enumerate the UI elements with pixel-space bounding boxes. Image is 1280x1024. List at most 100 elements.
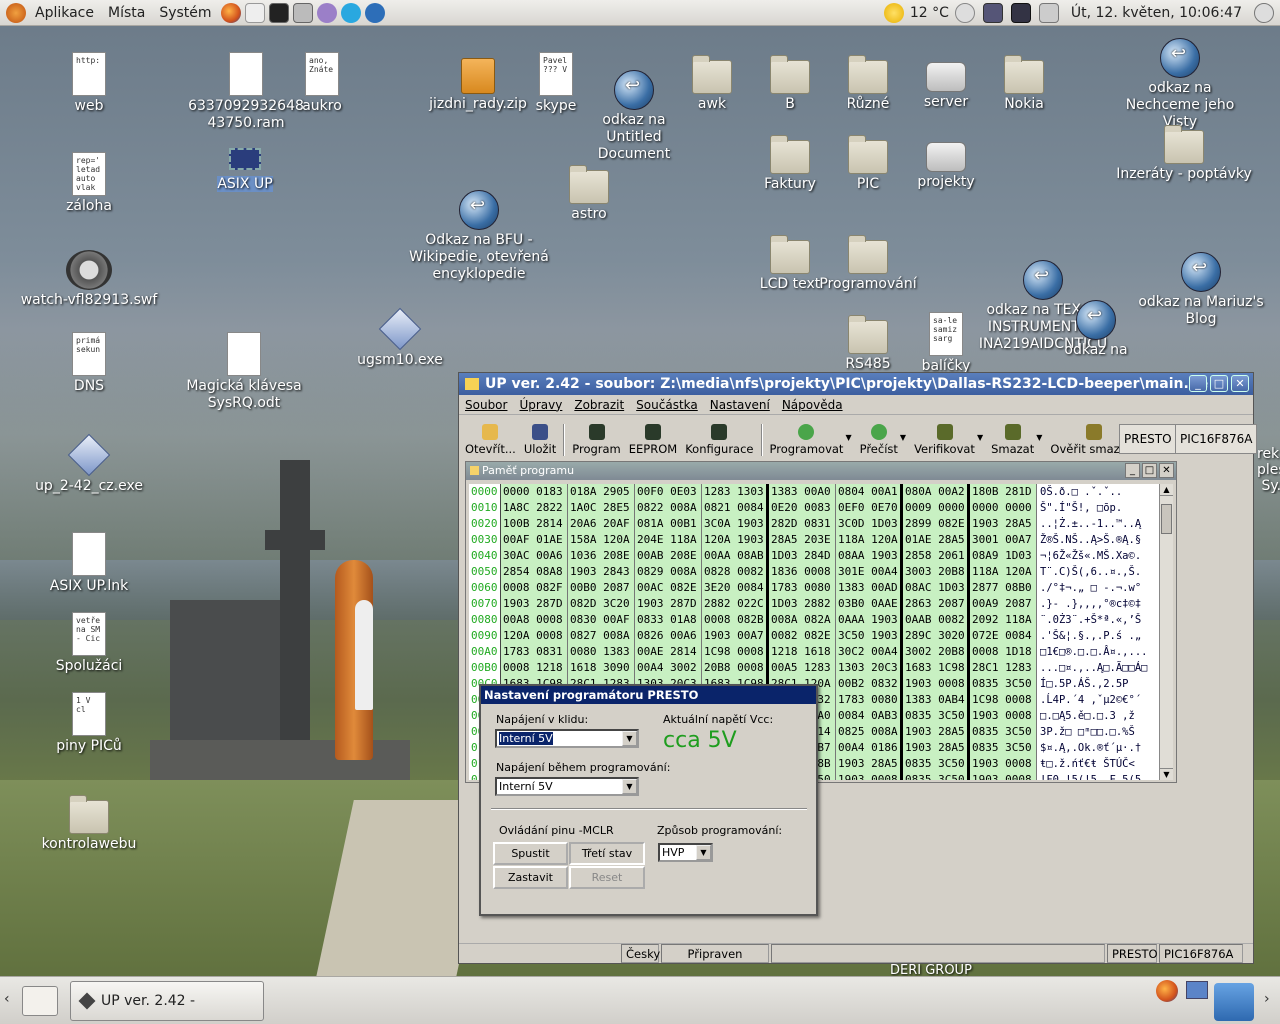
hex-cell[interactable]: 0829 008A [637, 564, 701, 580]
hex-cell[interactable]: 0804 00A1 [838, 484, 900, 500]
hex-cell[interactable]: 03B0 0AAE [838, 596, 900, 612]
hex-cell[interactable]: 00B0 2087 [570, 580, 634, 596]
chevron-down-icon[interactable]: ▼ [900, 433, 906, 442]
hex-cell[interactable]: 1903 287D [637, 596, 701, 612]
power-icon[interactable] [1254, 3, 1274, 23]
hex-cell[interactable]: 289C 3020 [905, 628, 967, 644]
hex-cell[interactable]: 1283 1303 [704, 484, 766, 500]
app-s-icon[interactable] [364, 2, 385, 23]
ascii-cell[interactable]: ..¦Ż.±..-1..™..Ą [1040, 516, 1161, 532]
hex-cell[interactable]: 28A5 203E [771, 532, 835, 548]
show-desktop-button[interactable] [22, 986, 58, 1016]
hex-cell[interactable]: 282D 0831 [771, 516, 835, 532]
hex-cell[interactable]: 0009 0000 [905, 500, 967, 516]
hex-cell[interactable]: 2882 022C [704, 596, 766, 612]
hex-cell[interactable]: 0000 0000 [972, 500, 1036, 516]
hex-cell[interactable]: 0835 3C50 [905, 708, 967, 724]
hex-cell[interactable]: 20B8 0008 [704, 660, 766, 676]
hex-cell[interactable]: 00AC 082E [637, 580, 701, 596]
chevron-down-icon[interactable]: ▼ [622, 731, 637, 746]
desktop-icon-kontrolawebu[interactable]: kontrolawebu [29, 792, 149, 853]
open-button[interactable]: Otevřít... [461, 424, 520, 456]
hex-cell[interactable]: 0000 0183 [503, 484, 567, 500]
mclr-stop-button[interactable]: Zastavit [493, 866, 568, 889]
verifikovat-button[interactable]: Verifikovat [910, 424, 979, 456]
arrow-right-icon[interactable]: › [1264, 991, 1270, 1007]
ascii-cell[interactable]: 0Š.ð.□ .ˇ.ˇ.. [1040, 484, 1161, 500]
hex-cell[interactable]: 0E20 0083 [771, 500, 835, 516]
trash-icon[interactable] [1214, 983, 1254, 1021]
mode-select[interactable]: HVP ▼ [658, 843, 713, 862]
hex-cell[interactable]: 1783 0080 [771, 580, 835, 596]
arrow-left-icon[interactable]: ‹ [4, 991, 10, 1007]
hex-cell[interactable]: 01AE 28A5 [905, 532, 967, 548]
hex-cell[interactable]: 2858 2061 [905, 548, 967, 564]
desktop-icon-balicky[interactable]: sa-le samiz sarg balíčky [886, 312, 1006, 375]
hex-cell[interactable]: 30AC 00A6 [503, 548, 567, 564]
hex-cell[interactable]: 0835 3C50 [905, 756, 967, 772]
desktop-icon-asix-up[interactable]: ASIX UP [185, 148, 305, 193]
desktop-icon-projekty[interactable]: projekty [886, 132, 1006, 191]
hex-cell[interactable]: 30C2 00A4 [838, 644, 900, 660]
chevron-down-icon[interactable]: ▼ [1036, 433, 1042, 442]
hex-cell[interactable]: 2092 118A [972, 612, 1036, 628]
ascii-cell[interactable]: T¨.C)Š(,6..¤.,Š. [1040, 564, 1161, 580]
hex-cell[interactable]: 1903 28A5 [905, 740, 967, 756]
hex-cell[interactable]: 00B2 0832 [838, 676, 900, 692]
hex-cell[interactable]: 3003 20B8 [905, 564, 967, 580]
hex-cell[interactable]: 2863 2087 [905, 596, 967, 612]
hex-cell[interactable]: 00A4 0186 [838, 740, 900, 756]
hex-cell[interactable]: 2854 08A8 [503, 564, 567, 580]
scroll-up-icon[interactable]: ▲ [1160, 484, 1173, 496]
hex-cell[interactable]: 1618 3090 [570, 660, 634, 676]
hex-cell[interactable]: 28C1 1283 [972, 660, 1036, 676]
ascii-cell[interactable]: □1€□®.□.□.Â¤.,... [1040, 644, 1161, 660]
ascii-cell[interactable]: .Ĺ4P.´4 ,ˇµ2©€°´ [1040, 692, 1161, 708]
hex-cell[interactable]: 1903 0008 [972, 708, 1036, 724]
hex-cell[interactable]: 008A 082A [771, 612, 835, 628]
hex-cell[interactable]: 0008 082F [503, 580, 567, 596]
hex-cell[interactable]: 1903 0008 [972, 756, 1036, 772]
maximize-button[interactable]: □ [1210, 375, 1228, 392]
hex-cell[interactable]: 1903 0008 [972, 772, 1036, 780]
hex-cell[interactable]: 1A8C 2822 [503, 500, 567, 516]
hex-cell[interactable]: 1218 1618 [771, 644, 835, 660]
ubuntu-logo-icon[interactable] [6, 2, 26, 23]
hex-cell[interactable]: 072E 0084 [972, 628, 1036, 644]
program-view-button[interactable]: Program [568, 424, 625, 456]
hex-cell[interactable]: 1903 28A5 [905, 724, 967, 740]
hex-cell[interactable]: 118A 120A [838, 532, 900, 548]
skype-icon[interactable] [340, 2, 361, 23]
pidgin-icon[interactable] [316, 2, 337, 23]
hex-cell[interactable]: 3002 20B8 [905, 644, 967, 660]
ascii-cell[interactable]: .'Š&¦.§.,.P.ś .„ [1040, 628, 1161, 644]
hex-cell[interactable]: 0826 00A6 [637, 628, 701, 644]
hex-cell[interactable]: 3C50 1903 [838, 628, 900, 644]
desktop-icon-inzeraty[interactable]: Inzeráty - poptávky [1112, 122, 1256, 183]
hex-cell[interactable]: 00A8 0008 [503, 612, 567, 628]
hex-cell[interactable]: 20A6 20AF [570, 516, 634, 532]
desktop-icon-programovani[interactable]: Programování [808, 232, 928, 293]
hex-cell[interactable]: 0835 3C50 [972, 724, 1036, 740]
ascii-cell[interactable]: Í□.5P.ÁŠ.,2.5P [1040, 676, 1161, 692]
hex-cell[interactable]: 1683 1C98 [905, 660, 967, 676]
hex-cell[interactable]: 0AAB 0082 [905, 612, 967, 628]
desktop-icon-asix-lnk[interactable]: ASIX UP.lnk [29, 532, 149, 595]
hex-cell[interactable]: 08A9 1D03 [972, 548, 1036, 564]
hex-cell[interactable]: 158A 120A [570, 532, 634, 548]
child-minimize-button[interactable]: _ [1125, 463, 1140, 478]
menu-soucastka[interactable]: Součástka [630, 398, 704, 412]
child-maximize-button[interactable]: □ [1142, 463, 1157, 478]
mclr-tristate-button[interactable]: Třetí stav [569, 842, 645, 865]
desktop-icon-web[interactable]: http: web [29, 52, 149, 115]
firefox-icon[interactable] [220, 2, 241, 23]
hex-cell[interactable]: 2899 082E [905, 516, 967, 532]
hex-cell[interactable]: 1A0C 28E5 [570, 500, 634, 516]
dialog-title[interactable]: Nastavení programátoru PRESTO [481, 686, 816, 704]
hex-cell[interactable]: 1783 0080 [838, 692, 900, 708]
clock[interactable]: Út, 12. květen, 10:06:47 [1071, 5, 1242, 21]
precist-button[interactable]: Přečíst [856, 424, 902, 456]
hex-cell[interactable]: 100B 2814 [503, 516, 567, 532]
close-button[interactable]: ✕ [1231, 375, 1249, 392]
child-close-button[interactable]: ✕ [1159, 463, 1174, 478]
